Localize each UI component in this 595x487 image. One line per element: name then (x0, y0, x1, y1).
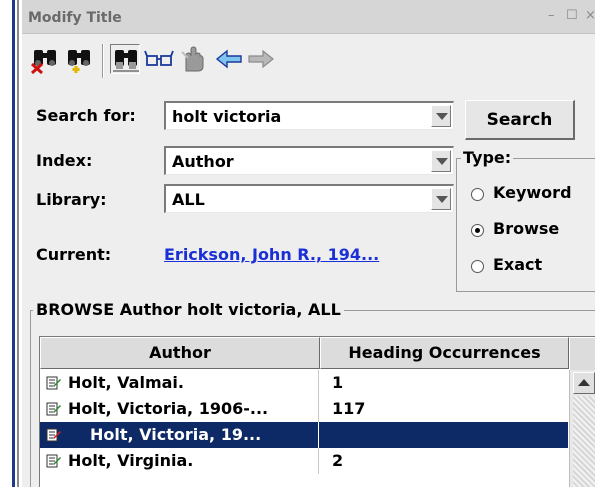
occurrences-cell: 2 (320, 448, 568, 474)
author-cell: Holt, Victoria, 1906-... (40, 396, 319, 422)
table-row[interactable]: Holt, Virginia. 2 (40, 448, 568, 474)
hand-icon[interactable] (178, 44, 208, 74)
radio-circle-selected[interactable] (471, 224, 484, 237)
author-cell: Holt, Virginia. (40, 448, 319, 474)
table-row-selected[interactable]: Holt, Victoria, 19... (40, 422, 568, 448)
close-button[interactable]: × (585, 8, 595, 23)
window-title: Modify Title (28, 10, 122, 26)
heading-record-icon (46, 453, 61, 468)
arrow-right-icon[interactable] (246, 44, 276, 74)
table-row[interactable]: Holt, Victoria, 1906-... 117 (40, 396, 568, 422)
search-for-dropdown-button[interactable] (431, 105, 451, 127)
author-cell: Holt, Victoria, 19... (40, 422, 319, 448)
binoculars-add-icon[interactable] (64, 44, 94, 74)
radio-browse-label: Browse (493, 219, 560, 238)
minimize-button[interactable]: – (548, 8, 555, 23)
browse-results-table: Author Heading Occurrences Holt, Valmai.… (39, 336, 595, 487)
index-label: Index: (36, 151, 93, 170)
scroll-track[interactable] (573, 396, 595, 487)
scroll-up-button[interactable] (573, 372, 595, 394)
column-header-author[interactable]: Author (40, 337, 320, 369)
author-text: Holt, Victoria, 1906-... (68, 399, 269, 418)
radio-circle[interactable] (471, 260, 484, 273)
heading-record-icon (46, 401, 61, 416)
browse-legend: BROWSE Author holt victoria, ALL (33, 300, 344, 319)
radio-circle[interactable] (471, 188, 484, 201)
modify-title-window: Modify Title – ☐ × Search for: holt vict… (22, 0, 595, 487)
chevron-up-icon (578, 379, 590, 386)
radio-keyword-label: Keyword (493, 183, 572, 202)
search-for-label: Search for: (36, 106, 136, 125)
index-dropdown-button[interactable] (431, 150, 451, 172)
browse-group: BROWSE Author holt victoria, ALL Author … (30, 300, 595, 487)
occurrences-text: 1 (332, 373, 344, 392)
heading-record-red-icon (46, 427, 61, 442)
author-text: Holt, Virginia. (68, 451, 194, 470)
maximize-button[interactable]: ☐ (566, 8, 578, 23)
search-for-combo[interactable]: holt victoria (164, 101, 454, 130)
edge-bar-blue (12, 0, 15, 487)
heading-record-icon (46, 375, 61, 390)
chevron-down-icon (436, 113, 448, 120)
library-value[interactable]: ALL (172, 190, 205, 209)
occurrences-text: 2 (332, 451, 344, 470)
arrow-left-icon[interactable] (214, 44, 244, 74)
title-bar[interactable]: Modify Title – ☐ × (22, 0, 595, 34)
index-value[interactable]: Author (172, 152, 234, 171)
vertical-scrollbar[interactable] (569, 370, 595, 487)
chevron-down-icon (436, 196, 448, 203)
type-legend: Type: (461, 148, 514, 167)
occurrences-cell: 1 (320, 370, 568, 396)
occurrences-text: 117 (332, 399, 366, 418)
toolbar-separator (102, 44, 104, 78)
table-corner (569, 337, 595, 370)
binoculars-remove-icon[interactable] (30, 44, 60, 75)
author-text: Holt, Valmai. (68, 373, 184, 392)
author-text: Holt, Victoria, 19... (90, 425, 262, 444)
occurrences-cell (320, 422, 568, 448)
radio-exact-label: Exact (493, 255, 543, 274)
current-title-link[interactable]: Erickson, John R., 194... (164, 245, 379, 264)
glasses-icon[interactable] (144, 44, 174, 74)
current-label: Current: (36, 245, 112, 264)
search-for-value[interactable]: holt victoria (172, 107, 281, 126)
search-button[interactable]: Search (465, 100, 575, 140)
author-cell: Holt, Valmai. (40, 370, 319, 396)
column-header-heading-occurrences[interactable]: Heading Occurrences (320, 337, 569, 369)
toolbar (22, 38, 595, 96)
type-group: Type: Keyword Browse Exact (456, 148, 595, 292)
occurrences-cell: 117 (320, 396, 568, 422)
index-combo[interactable]: Author (164, 146, 454, 175)
library-label: Library: (36, 190, 107, 209)
library-dropdown-button[interactable] (431, 188, 451, 210)
chevron-down-icon (436, 158, 448, 165)
binoculars-search-icon[interactable] (110, 44, 140, 74)
edge-bar-grey (17, 0, 19, 487)
table-row[interactable]: Holt, Valmai. 1 (40, 370, 568, 396)
window-left-edge (0, 0, 22, 487)
library-combo[interactable]: ALL (164, 184, 454, 213)
